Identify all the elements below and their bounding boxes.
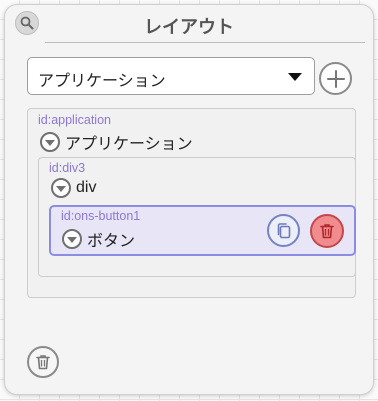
clear-layout-button[interactable] [27, 346, 59, 378]
tree-node-div3-container: id:div3 div id:ons-button1 ボタン [38, 157, 356, 277]
caret-down-icon [288, 73, 302, 81]
tree-node-div3[interactable]: div [51, 178, 96, 198]
collapse-caret-icon[interactable] [51, 178, 71, 198]
panel-title-bar: レイアウト [5, 5, 373, 43]
copy-node-button[interactable] [267, 214, 300, 247]
node-id-button1: id:ons-button1 [61, 209, 141, 223]
node-label-div3: div [76, 179, 97, 196]
node-id-div3: id:div3 [49, 161, 86, 175]
node-label-application: アプリケーション [65, 136, 193, 153]
collapse-caret-icon[interactable] [40, 132, 60, 152]
tree-node-button1-selected[interactable]: id:ons-button1 ボタン [49, 205, 356, 256]
trash-icon [320, 224, 334, 239]
tree-node-application[interactable]: アプリケーション [40, 130, 193, 154]
node-label-button1: ボタン [87, 233, 136, 250]
layout-tree: id:application アプリケーション id:div3 div id:o… [27, 108, 356, 298]
tree-node-button1[interactable]: ボタン [62, 227, 135, 251]
component-select-value: アプリケーション [38, 73, 166, 90]
panel-title: レイアウト [144, 17, 234, 37]
node-id-application: id:application [38, 113, 111, 127]
trash-icon [36, 355, 50, 370]
plus-icon [326, 69, 345, 88]
add-component-button[interactable] [319, 62, 352, 95]
layout-panel: レイアウト アプリケーション id:application アプリケーション i… [4, 4, 374, 395]
delete-node-button[interactable] [310, 214, 344, 248]
copy-icon [277, 222, 290, 238]
collapse-caret-icon[interactable] [62, 229, 82, 249]
title-divider [45, 42, 365, 43]
component-select[interactable]: アプリケーション [27, 57, 315, 95]
